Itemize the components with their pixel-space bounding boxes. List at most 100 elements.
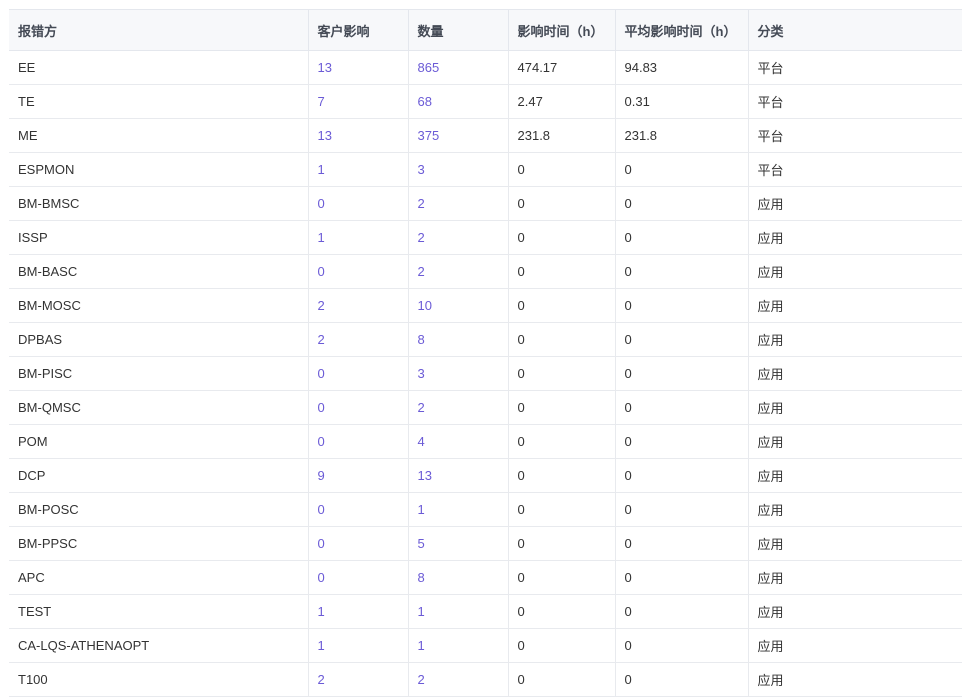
customer-impact-link[interactable]: 1: [318, 162, 325, 177]
reporter-cell: ISSP: [9, 220, 309, 255]
table-row: BM-BMSC 0 2 0 0 应用: [9, 186, 962, 221]
customer-impact-link[interactable]: 0: [318, 502, 325, 517]
count-link[interactable]: 8: [418, 570, 425, 585]
customer-impact-link[interactable]: 7: [318, 94, 325, 109]
customer-impact-link[interactable]: 2: [318, 332, 325, 347]
category-cell: 应用: [748, 322, 962, 357]
impact-time-cell: 0: [508, 662, 616, 697]
impact-time-cell: 0: [508, 492, 616, 527]
table-row: DCP 9 13 0 0 应用: [9, 458, 962, 493]
count-link[interactable]: 5: [418, 536, 425, 551]
avg-impact-time-cell: 0: [615, 594, 749, 629]
table-row: APC 0 8 0 0 应用: [9, 560, 962, 595]
table-row: POM 0 4 0 0 应用: [9, 424, 962, 459]
category-cell: 应用: [748, 186, 962, 221]
category-cell: 应用: [748, 662, 962, 697]
customer-impact-cell: 2: [308, 322, 409, 357]
customer-impact-cell: 9: [308, 458, 409, 493]
header-row: 报错方 客户影响 数量 影响时间（h） 平均影响时间（h） 分类: [9, 9, 962, 51]
count-link[interactable]: 4: [418, 434, 425, 449]
count-link[interactable]: 10: [418, 298, 432, 313]
category-cell: 应用: [748, 424, 962, 459]
header-customer-impact[interactable]: 客户影响: [308, 9, 409, 51]
category-cell: 平台: [748, 118, 962, 153]
count-link[interactable]: 8: [418, 332, 425, 347]
customer-impact-link[interactable]: 0: [318, 570, 325, 585]
customer-impact-cell: 1: [308, 152, 409, 187]
reporter-cell: DCP: [9, 458, 309, 493]
count-link[interactable]: 1: [418, 604, 425, 619]
reporter-cell: EE: [9, 50, 309, 85]
customer-impact-link[interactable]: 0: [318, 366, 325, 381]
customer-impact-link[interactable]: 2: [318, 672, 325, 687]
count-cell: 3: [408, 356, 509, 391]
customer-impact-link[interactable]: 2: [318, 298, 325, 313]
category-cell: 应用: [748, 458, 962, 493]
avg-impact-time-cell: 0: [615, 390, 749, 425]
count-link[interactable]: 3: [418, 162, 425, 177]
impact-time-cell: 0: [508, 322, 616, 357]
count-cell: 4: [408, 424, 509, 459]
customer-impact-link[interactable]: 0: [318, 264, 325, 279]
reporter-cell: TE: [9, 84, 309, 119]
header-avg-impact-time[interactable]: 平均影响时间（h）: [615, 9, 749, 51]
table-row: BM-BASC 0 2 0 0 应用: [9, 254, 962, 289]
impact-time-cell: 0: [508, 220, 616, 255]
customer-impact-link[interactable]: 13: [318, 60, 332, 75]
count-link[interactable]: 2: [418, 672, 425, 687]
table-row: BM-PPSC 0 5 0 0 应用: [9, 526, 962, 561]
count-link[interactable]: 68: [418, 94, 432, 109]
table-row: ISSP 1 2 0 0 应用: [9, 220, 962, 255]
count-link[interactable]: 2: [418, 400, 425, 415]
reporter-cell: BM-MOSC: [9, 288, 309, 323]
customer-impact-link[interactable]: 9: [318, 468, 325, 483]
table-row: BM-MOSC 2 10 0 0 应用: [9, 288, 962, 323]
reporter-cell: CA-LQS-ATHENAOPT: [9, 628, 309, 663]
count-link[interactable]: 865: [418, 60, 440, 75]
count-link[interactable]: 1: [418, 638, 425, 653]
count-link[interactable]: 2: [418, 230, 425, 245]
customer-impact-link[interactable]: 1: [318, 230, 325, 245]
customer-impact-cell: 0: [308, 560, 409, 595]
impact-time-cell: 0: [508, 288, 616, 323]
header-reporter[interactable]: 报错方: [9, 9, 309, 51]
customer-impact-cell: 1: [308, 594, 409, 629]
customer-impact-cell: 2: [308, 288, 409, 323]
count-link[interactable]: 13: [418, 468, 432, 483]
count-link[interactable]: 1: [418, 502, 425, 517]
impact-time-cell: 0: [508, 254, 616, 289]
avg-impact-time-cell: 0: [615, 288, 749, 323]
customer-impact-link[interactable]: 1: [318, 604, 325, 619]
customer-impact-link[interactable]: 0: [318, 536, 325, 551]
reporter-cell: APC: [9, 560, 309, 595]
count-link[interactable]: 375: [418, 128, 440, 143]
reporter-cell: BM-BMSC: [9, 186, 309, 221]
impact-time-cell: 0: [508, 594, 616, 629]
count-cell: 865: [408, 50, 509, 85]
customer-impact-cell: 1: [308, 628, 409, 663]
header-category[interactable]: 分类: [748, 9, 962, 51]
count-cell: 2: [408, 390, 509, 425]
table-row: T100 2 2 0 0 应用: [9, 662, 962, 697]
table-row: EE 13 865 474.17 94.83 平台: [9, 50, 962, 85]
count-link[interactable]: 2: [418, 196, 425, 211]
customer-impact-cell: 0: [308, 186, 409, 221]
table-row: BM-QMSC 0 2 0 0 应用: [9, 390, 962, 425]
count-cell: 13: [408, 458, 509, 493]
header-count[interactable]: 数量: [408, 9, 509, 51]
impact-time-cell: 0: [508, 560, 616, 595]
count-link[interactable]: 3: [418, 366, 425, 381]
customer-impact-link[interactable]: 1: [318, 638, 325, 653]
customer-impact-link[interactable]: 0: [318, 434, 325, 449]
customer-impact-link[interactable]: 0: [318, 400, 325, 415]
customer-impact-cell: 0: [308, 390, 409, 425]
count-cell: 375: [408, 118, 509, 153]
header-impact-time[interactable]: 影响时间（h）: [508, 9, 616, 51]
category-cell: 应用: [748, 254, 962, 289]
count-link[interactable]: 2: [418, 264, 425, 279]
count-cell: 2: [408, 254, 509, 289]
reporter-cell: BM-QMSC: [9, 390, 309, 425]
customer-impact-link[interactable]: 13: [318, 128, 332, 143]
table-row: TE 7 68 2.47 0.31 平台: [9, 84, 962, 119]
customer-impact-link[interactable]: 0: [318, 196, 325, 211]
